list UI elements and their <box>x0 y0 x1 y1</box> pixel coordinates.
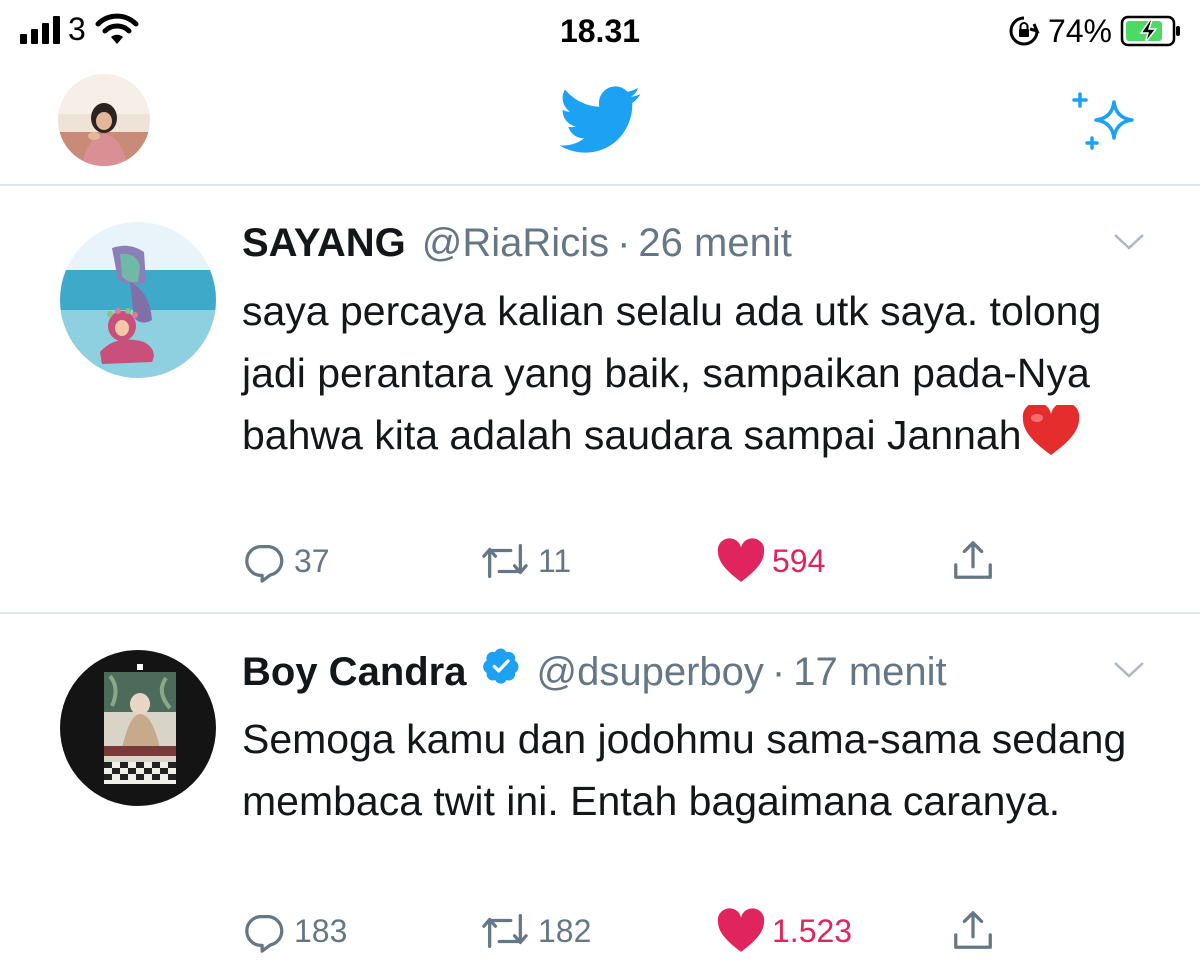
share-button[interactable] <box>950 906 996 956</box>
retweet-button[interactable]: 11 <box>478 536 571 586</box>
like-count: 1.523 <box>772 912 853 949</box>
chevron-down-icon[interactable] <box>1112 232 1146 257</box>
heart-filled-icon <box>717 538 765 582</box>
reply-button[interactable]: 37 <box>242 536 330 586</box>
tweet-actions: 183 182 1.523 <box>242 906 1142 956</box>
chevron-down-icon[interactable] <box>1112 660 1146 685</box>
twitter-bird-icon[interactable] <box>559 86 642 159</box>
tweet[interactable]: SAYANG @RiaRicis · 26 menit saya percaya… <box>0 188 1200 614</box>
author-avatar[interactable] <box>60 650 216 806</box>
separator-dot: · <box>617 221 631 265</box>
author-avatar[interactable] <box>60 222 216 378</box>
tweet[interactable]: Boy Candra @dsuperboy · 17 menit Semoga … <box>0 616 1200 967</box>
author-handle[interactable]: @dsuperboy <box>537 647 764 697</box>
like-count: 594 <box>772 542 826 579</box>
tweet-header: SAYANG @RiaRicis · 26 menit <box>242 218 792 268</box>
share-icon <box>954 911 992 949</box>
tweet-body: saya percaya kalian selalu ada utk saya.… <box>242 288 1102 458</box>
sparkle-icon[interactable] <box>1070 86 1142 163</box>
separator-dot: · <box>771 650 786 694</box>
like-button[interactable]: 594 <box>716 536 825 586</box>
timeline-header <box>0 64 1200 186</box>
like-button[interactable]: 1.523 <box>716 906 852 956</box>
author-name[interactable]: SAYANG <box>242 218 406 268</box>
retweet-count: 11 <box>538 542 572 579</box>
tweet-text: Semoga kamu dan jodohmu sama-sama sedang… <box>242 708 1162 832</box>
heart-filled-icon <box>717 908 765 952</box>
battery-percent: 74% <box>1047 13 1112 49</box>
reply-count: 37 <box>294 542 330 579</box>
rotation-lock-icon <box>1008 15 1040 47</box>
tweet-text: saya percaya kalian selalu ada utk saya.… <box>242 280 1162 474</box>
reply-button[interactable]: 183 <box>242 906 347 956</box>
profile-avatar[interactable] <box>58 74 150 166</box>
tweet-timestamp[interactable]: 17 menit <box>793 647 946 697</box>
reply-count: 183 <box>294 912 348 949</box>
tweet-body: Semoga kamu dan jodohmu sama-sama sedang… <box>242 716 1127 824</box>
status-right: 74% <box>1008 12 1182 50</box>
retweet-button[interactable]: 182 <box>478 906 591 956</box>
battery-charging-icon <box>1120 14 1182 48</box>
retweet-count: 182 <box>538 912 592 949</box>
tweet-timestamp[interactable]: 26 menit <box>638 218 791 268</box>
retweet-icon <box>482 914 528 948</box>
author-name[interactable]: Boy Candra <box>242 647 467 697</box>
tweet-actions: 37 11 594 <box>242 536 1142 586</box>
heart-emoji-icon <box>1022 402 1080 474</box>
share-icon <box>954 541 992 579</box>
retweet-icon <box>482 544 528 578</box>
author-handle[interactable]: @RiaRicis <box>422 218 609 268</box>
reply-icon <box>245 544 284 583</box>
tweet-header: Boy Candra @dsuperboy · 17 menit <box>242 646 947 698</box>
status-bar: 3 18.31 74% <box>0 0 1200 64</box>
share-button[interactable] <box>950 536 996 586</box>
reply-icon <box>245 914 284 953</box>
verified-badge-icon <box>481 646 521 698</box>
